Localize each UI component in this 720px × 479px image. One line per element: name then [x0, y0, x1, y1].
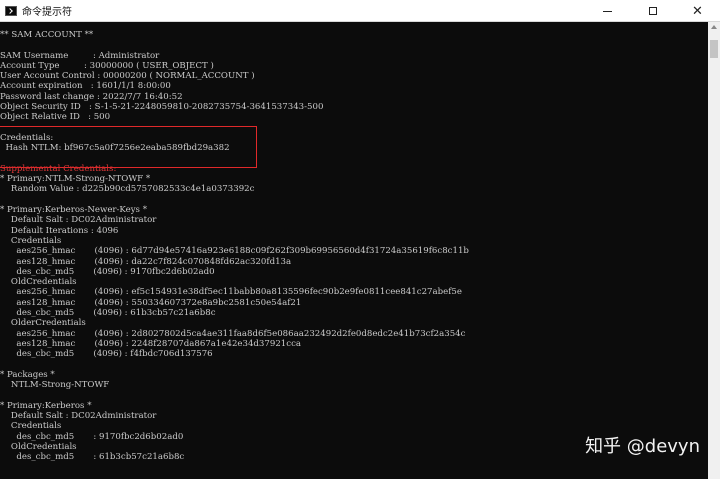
- vertical-scrollbar[interactable]: [708, 22, 720, 479]
- console-line: aes128_hmac (4096) : da22c7f824c070848fd…: [0, 256, 292, 267]
- console-line: aes128_hmac (4096) : 550334607372e8a9bc2…: [0, 297, 302, 308]
- close-button[interactable]: ✕: [675, 0, 720, 22]
- maximize-button[interactable]: [630, 0, 675, 22]
- console-line: aes256_hmac (4096) : 2d8027802d5ca4ae311…: [0, 328, 466, 339]
- console-line: Default Iterations : 4096: [0, 225, 119, 236]
- watermark: 知乎 @devyn: [585, 436, 700, 457]
- console-line: Default Salt : DC02Administrator: [0, 215, 157, 226]
- credentials-highlight-box: [0, 126, 257, 168]
- window-controls: ✕: [585, 0, 720, 22]
- console-line: des_cbc_md5 (4096) : 9170fbc2d6b02ad0: [0, 266, 215, 277]
- minimize-icon: [603, 10, 612, 12]
- console-output[interactable]: ** SAM ACCOUNT ** SAM Username : Administ…: [0, 22, 708, 479]
- console-line: * Packages *: [0, 369, 55, 380]
- close-icon: ✕: [692, 3, 703, 19]
- console-line: NTLM-Strong-NTOWF: [0, 380, 110, 391]
- console-line: Default Salt : DC02Administrator: [0, 410, 157, 421]
- console-line: des_cbc_md5 (4096) : 61b3cb57c21a6b8c: [0, 308, 216, 319]
- console-line: * Primary:Kerberos-Newer-Keys *: [0, 205, 147, 216]
- cmd-app-icon[interactable]: [5, 5, 17, 16]
- console-line: Credentials: [0, 421, 62, 432]
- console-line: Account Type : 30000000 ( USER_OBJECT ): [0, 60, 214, 71]
- console-line: aes256_hmac (4096) : 6d77d94e57416a923e6…: [0, 246, 469, 257]
- console-line: aes128_hmac (4096) : 2248f28707da867a1e4…: [0, 338, 302, 349]
- console-line: SAM Username : Administrator: [0, 50, 160, 61]
- console-line: * Primary:NTLM-Strong-NTOWF *: [0, 174, 151, 185]
- console-line: Account expiration : 1601/1/1 8:00:00: [0, 81, 171, 92]
- title-bar: 命令提示符 ✕: [0, 0, 720, 22]
- maximize-icon: [648, 7, 657, 15]
- scroll-thumb[interactable]: [710, 40, 718, 58]
- console-line: aes256_hmac (4096) : ef5c154931e38df5ec1…: [0, 287, 462, 298]
- console-line: Credentials: [0, 235, 62, 246]
- scroll-up-icon[interactable]: [711, 25, 717, 29]
- console-line: Random Value : d225b90cd5757082533c4e1a0…: [0, 184, 255, 195]
- console-line: des_cbc_md5 (4096) : f4fbdc706d137576: [0, 349, 213, 360]
- console-line: Object Relative ID : 500: [0, 112, 111, 123]
- console-line: OldCredentials: [0, 277, 77, 288]
- console-line: Object Security ID : S-1-5-21-2248059810…: [0, 102, 324, 113]
- minimize-button[interactable]: [585, 0, 630, 22]
- console-line: Password last change : 2022/7/7 16:40:52: [0, 91, 183, 102]
- console-line: OlderCredentials: [0, 318, 86, 329]
- console-line: User Account Control : 00000200 ( NORMAL…: [0, 71, 255, 82]
- console-line: ** SAM ACCOUNT **: [0, 30, 94, 40]
- window-title: 命令提示符: [22, 7, 72, 18]
- console-line: * Primary:Kerberos *: [0, 400, 92, 411]
